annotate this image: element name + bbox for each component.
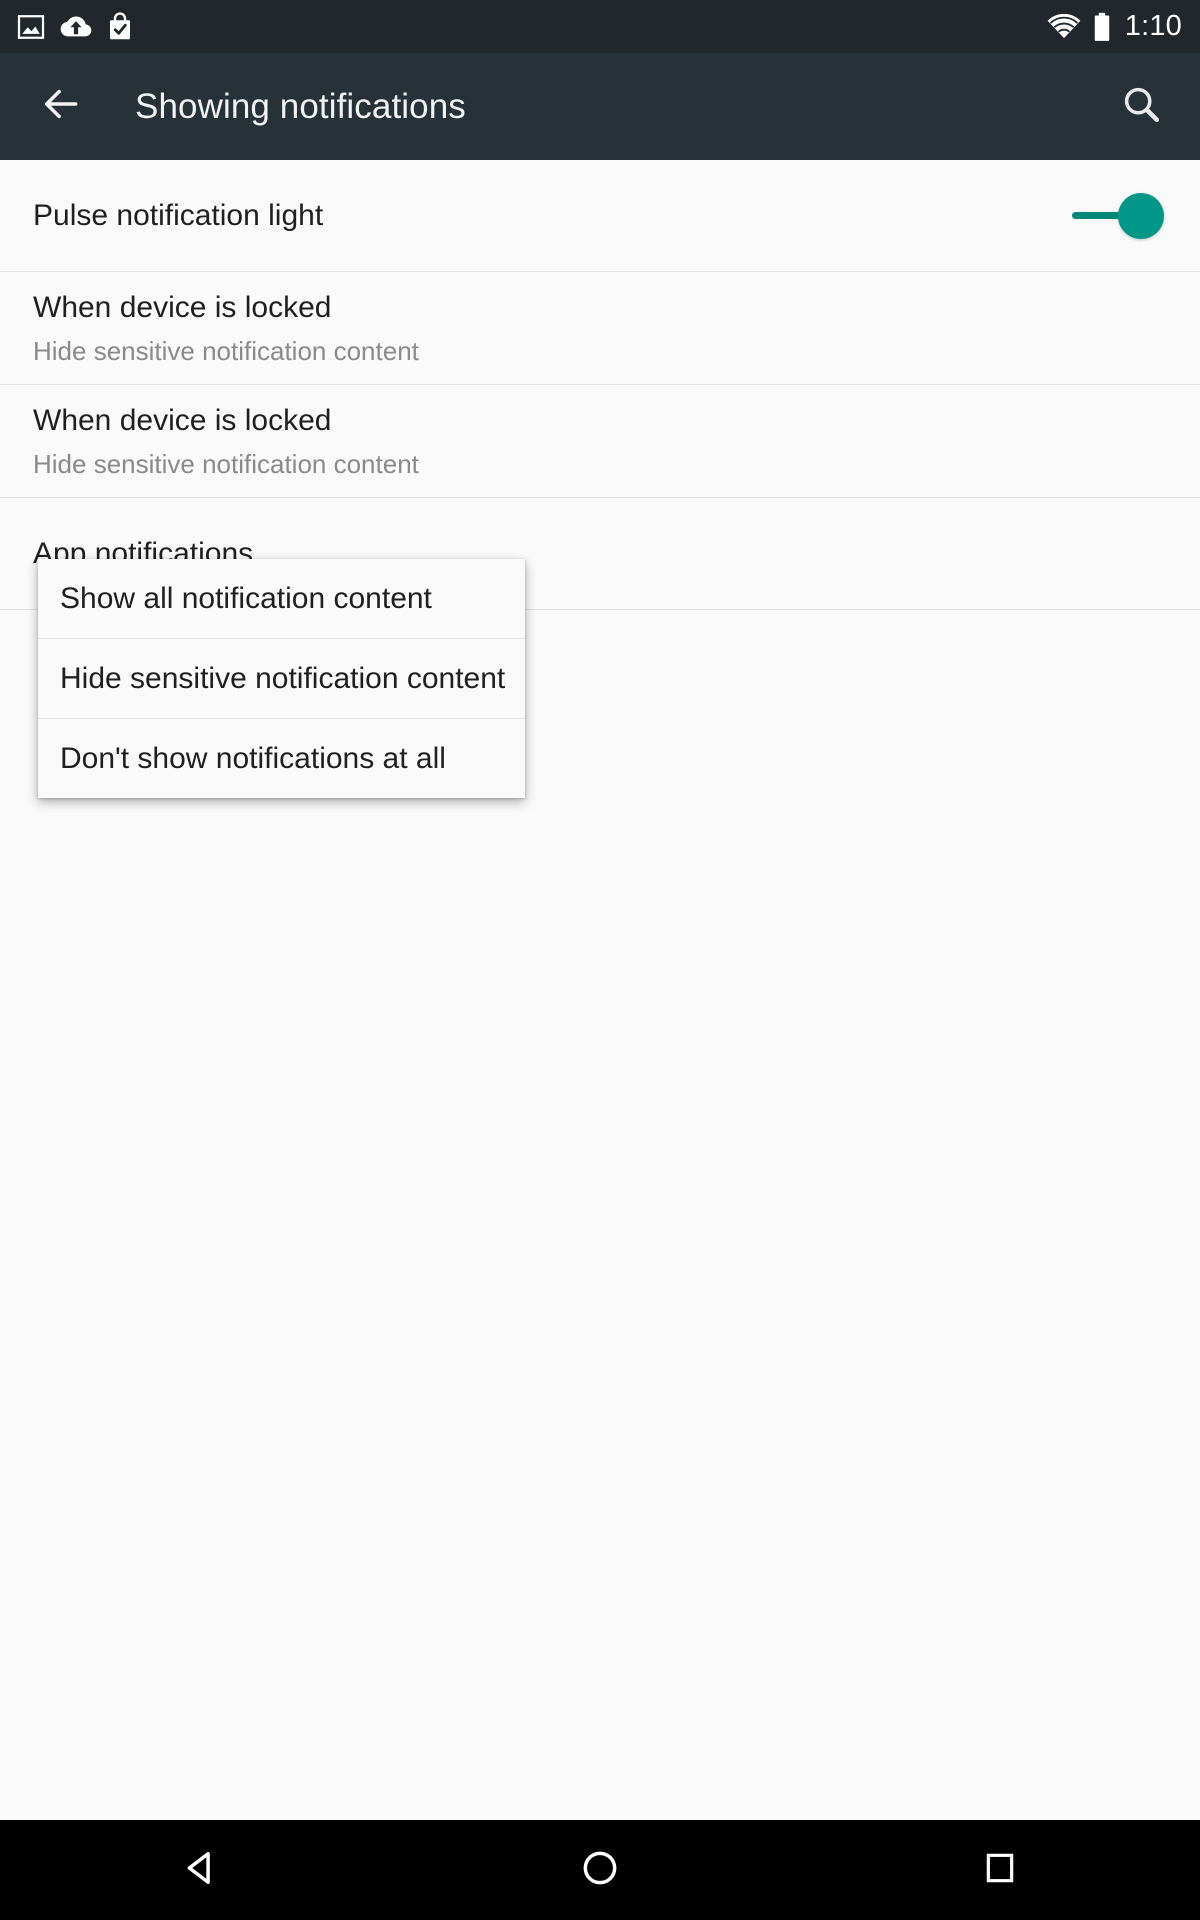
status-bar-right-icons: 1:10	[1047, 12, 1182, 42]
row-text-group: Pulse notification light	[33, 199, 1072, 232]
search-button[interactable]	[1110, 76, 1172, 138]
nav-home-button[interactable]	[400, 1820, 800, 1920]
setting-subtitle: Hide sensitive notification content	[33, 449, 419, 479]
settings-list: Pulse notification light When device is …	[0, 160, 1200, 1820]
search-icon	[1120, 83, 1162, 130]
row-text-group: When device is locked Hide sensitive not…	[33, 291, 1170, 366]
play-store-bag-check-icon	[106, 11, 134, 42]
status-bar: 1:10	[0, 0, 1200, 53]
arrow-back-icon	[39, 82, 83, 131]
status-bar-clock: 1:10	[1124, 10, 1182, 42]
nav-home-icon	[578, 1846, 622, 1895]
setting-row-pulse-notification-light[interactable]: Pulse notification light	[0, 160, 1200, 271]
wifi-icon	[1047, 13, 1081, 40]
status-bar-left-icons	[16, 11, 1047, 42]
cloud-upload-icon	[60, 12, 92, 42]
image-icon	[16, 12, 46, 42]
setting-subtitle: Hide sensitive notification content	[33, 336, 419, 366]
setting-row-when-device-is-locked[interactable]: When device is locked Hide sensitive not…	[0, 272, 1200, 384]
popup-menu-item-hide-sensitive[interactable]: Hide sensitive notification content	[38, 639, 525, 718]
setting-title: When device is locked	[33, 290, 332, 324]
nav-back-button[interactable]	[0, 1820, 400, 1920]
page-title: Showing notifications	[135, 86, 466, 126]
lockscreen-notification-popup-menu: Show all notification content Hide sensi…	[38, 559, 525, 798]
row-text-group: When device is locked Hide sensitive not…	[33, 404, 1170, 479]
navigation-bar	[0, 1820, 1200, 1920]
setting-title: Pulse notification light	[33, 199, 324, 232]
switch-thumb	[1118, 192, 1164, 239]
popup-menu-item-dont-show[interactable]: Don't show notifications at all	[38, 719, 525, 798]
pulse-notification-light-switch[interactable]	[1072, 192, 1164, 239]
battery-full-icon	[1093, 12, 1111, 42]
nav-recents-button[interactable]	[800, 1820, 1200, 1920]
popup-menu-item-show-all[interactable]: Show all notification content	[38, 559, 525, 638]
app-bar: Showing notifications	[0, 53, 1200, 160]
nav-recents-icon	[980, 1848, 1020, 1893]
nav-back-icon	[178, 1846, 222, 1895]
back-button[interactable]	[30, 76, 92, 138]
setting-title: When device is locked	[33, 403, 332, 437]
setting-row-when-device-is-locked-secondary[interactable]: When device is locked Hide sensitive not…	[0, 385, 1200, 497]
